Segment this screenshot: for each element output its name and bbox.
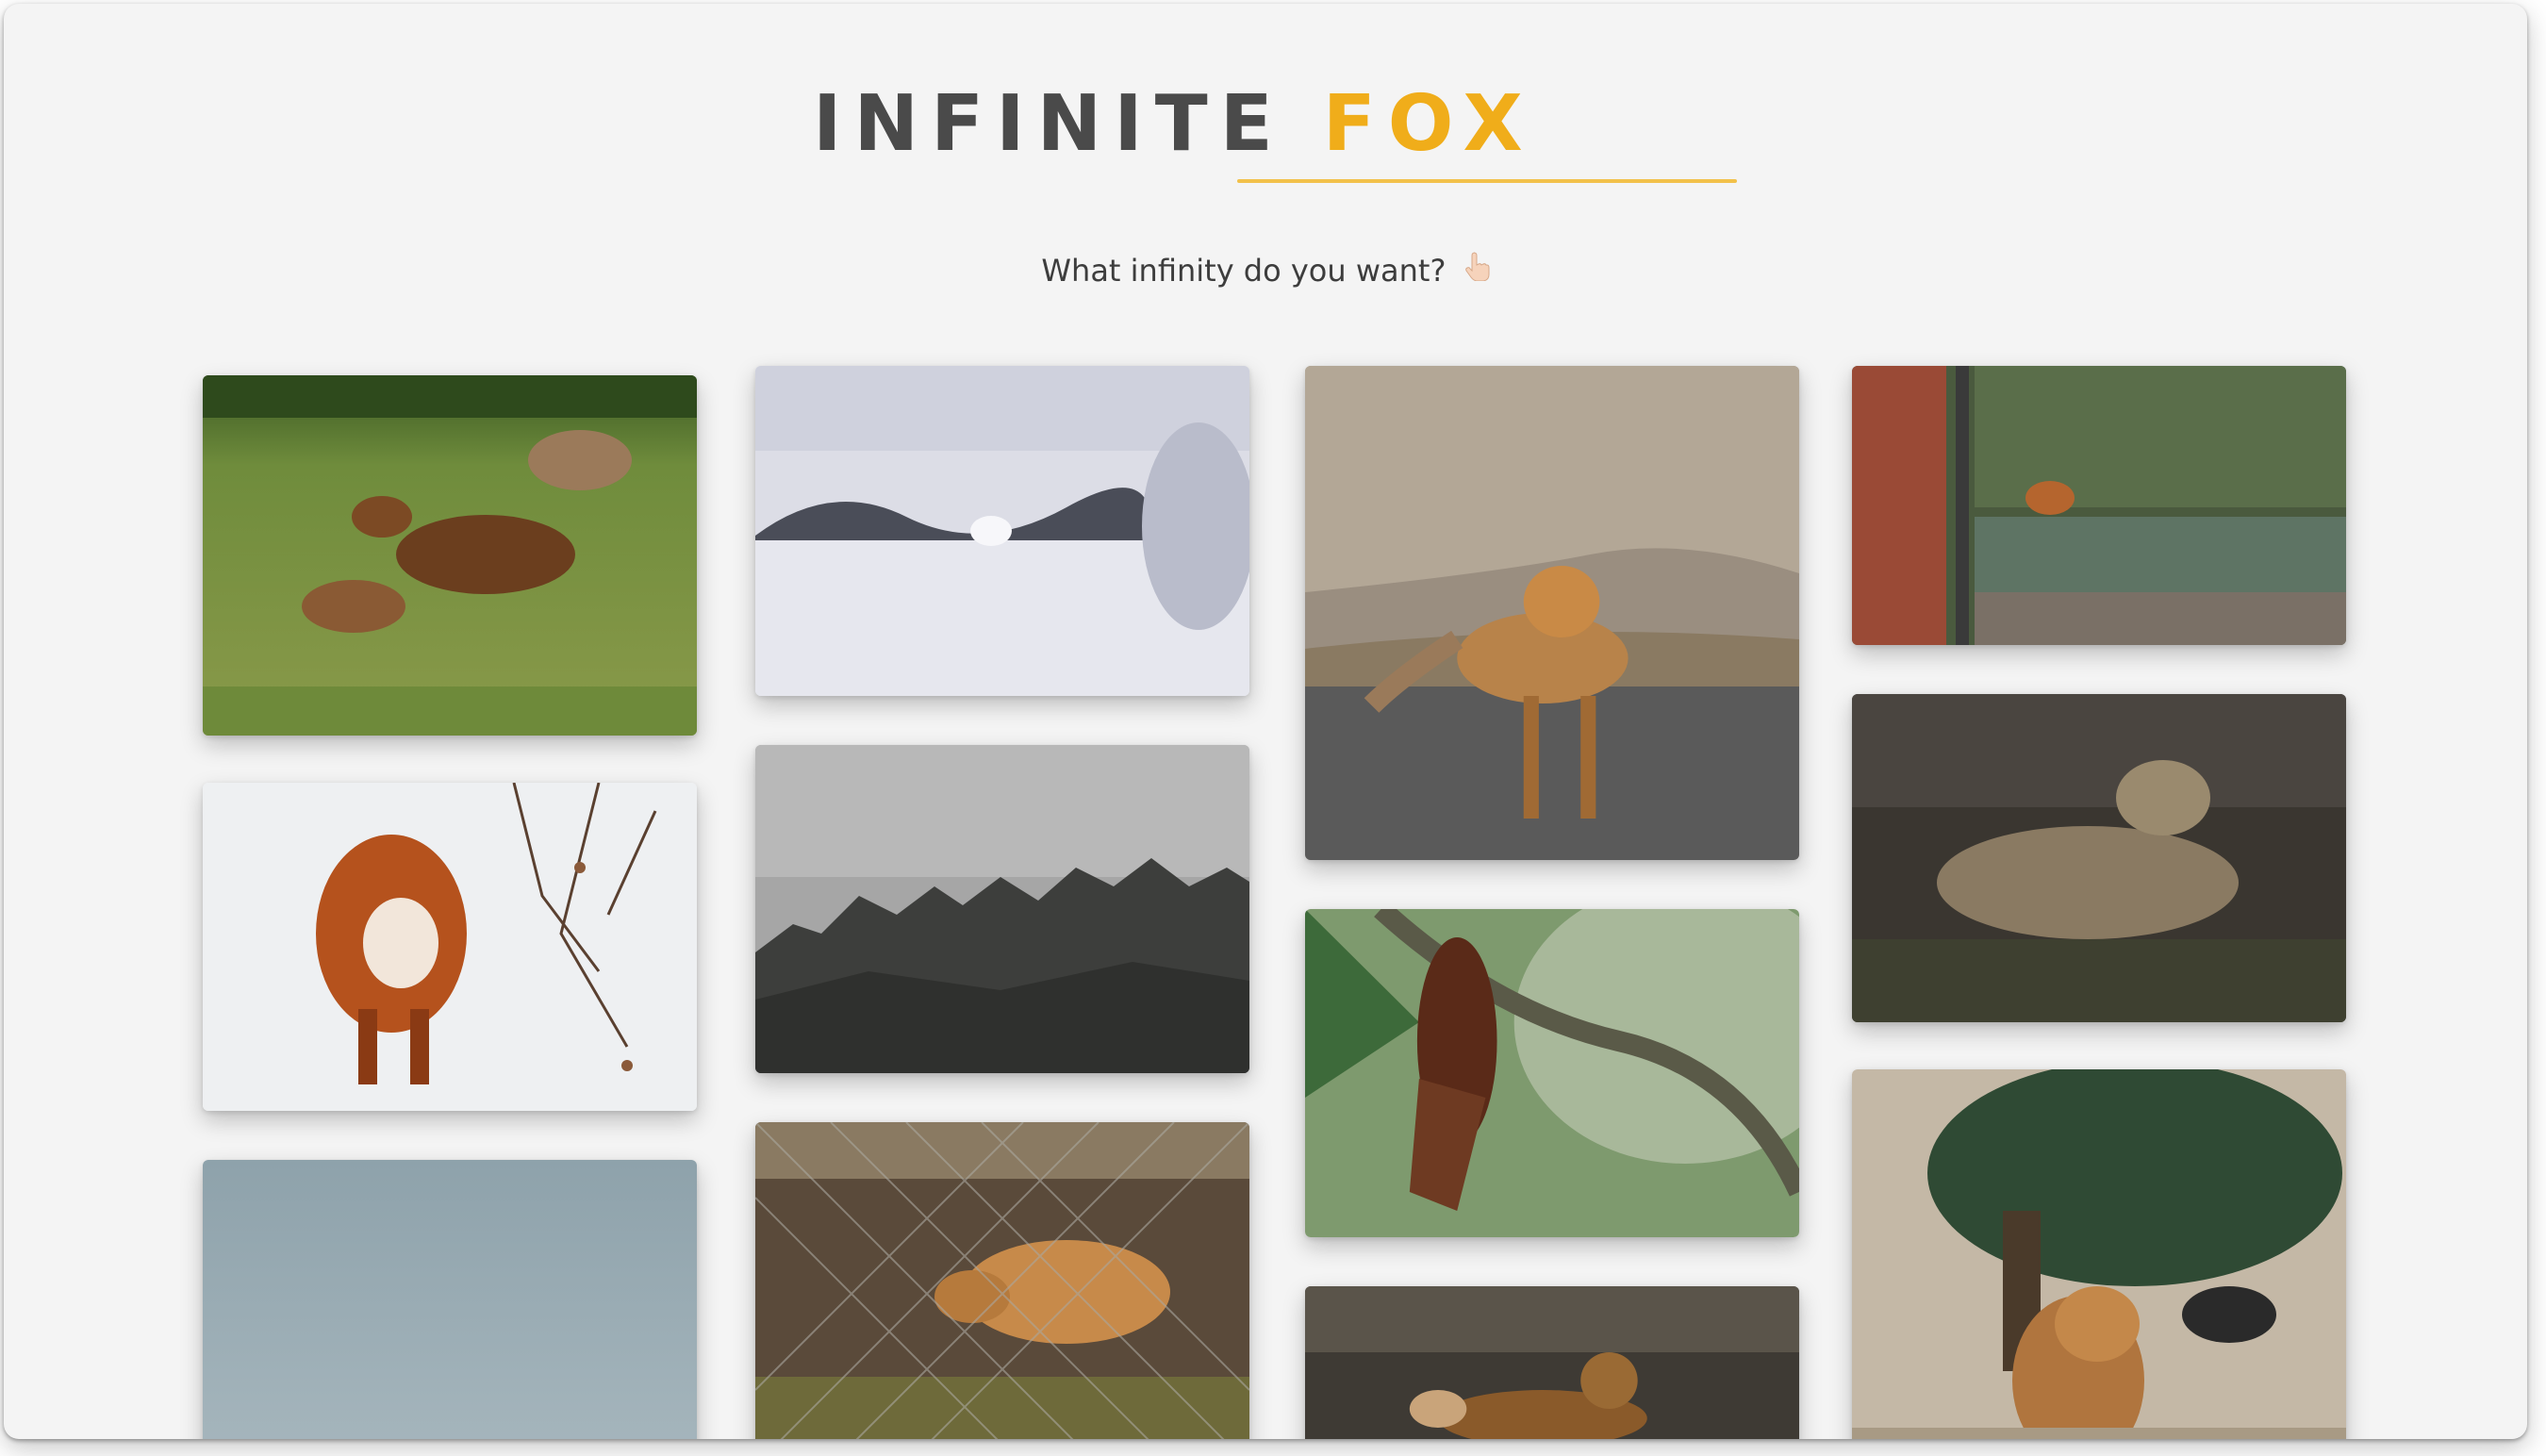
photo-tile-fox-family[interactable] (203, 375, 697, 736)
photo-tile-arctic-fox[interactable] (755, 366, 1249, 696)
photo-tile-fox-behind-fence[interactable] (755, 1122, 1249, 1439)
photo-tile-mountain-ridge[interactable] (755, 745, 1249, 1073)
logo-word-infinite: INFINITE (813, 79, 1285, 169)
photo-tile-grey-sky[interactable] (203, 1160, 697, 1439)
site-logo[interactable]: INFINITE FOX (813, 77, 1523, 172)
photo-tile-fox-under-tree[interactable] (1852, 1069, 2346, 1439)
browser-window: INFINITE FOX What infinity do you want? (4, 4, 2527, 1439)
logo-word-fox: FOX (1322, 79, 1535, 169)
photo-tile-fruit-bat[interactable] (1305, 909, 1799, 1237)
tagline: What infinity do you want? (4, 251, 2527, 289)
photo-tile-dog-fox[interactable] (1305, 1286, 1799, 1439)
photo-tile-fox-in-undergrowth[interactable] (1852, 694, 2346, 1022)
logo-underline (1237, 179, 1737, 183)
photo-tile-fox-in-snow[interactable] (203, 783, 697, 1111)
tagline-text: What infinity do you want? (1041, 253, 1447, 289)
photo-tile-fox-on-shed[interactable] (1852, 366, 2346, 645)
photo-tile-fox-on-road[interactable] (1305, 366, 1799, 860)
pointing-hand-icon (1464, 251, 1490, 289)
